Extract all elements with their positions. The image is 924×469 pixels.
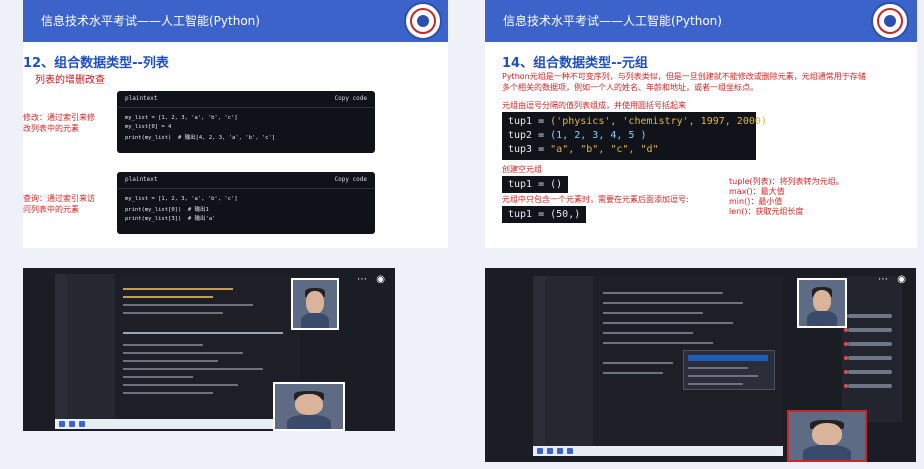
code-line: my_list = [1, 2, 3, 'a', 'b', 'c'] [125, 115, 238, 121]
slide-title: 14、组合数据类型--元组 [502, 56, 648, 71]
more-options-icon[interactable]: ⋯ [878, 274, 888, 285]
presenter-camera-large [787, 410, 867, 462]
copy-code-button[interactable]: Copy code [334, 95, 367, 102]
record-icon[interactable]: ◉ [376, 274, 385, 285]
presenter-camera [291, 278, 339, 330]
code-lang-label: plaintext [125, 95, 158, 102]
left-slide: 信息技术水平考试——人工智能(Python) 12、组合数据类型--列表 列表的… [23, 0, 448, 248]
code-block: plaintext Copy code my_list = [1, 2, 3, … [117, 91, 375, 153]
slide-header-bar: 信息技术水平考试——人工智能(Python) [23, 0, 448, 42]
tuple-line-2: tup2 = (1, 2, 3, 4, 5 ) [508, 130, 647, 141]
tuple-line-1: tup1 = ('physics', 'chemistry', 1997, 20… [508, 116, 767, 127]
slide-title: 12、组合数据类型--列表 [23, 56, 169, 71]
intro-text: Python元组是一种不可变序列，与列表类似，但是一旦创建就不能修改或删除元素，… [502, 72, 866, 92]
slide-header-title: 信息技术水平考试——人工智能(Python) [503, 14, 722, 28]
right-video-feed[interactable]: ⋯ ◉ [485, 268, 916, 462]
code-line: print(my_list[0]) # 输出1 [125, 207, 209, 213]
note-text: 创建空元组 [502, 165, 542, 174]
code-editor-window [55, 274, 300, 421]
record-icon[interactable]: ◉ [897, 274, 906, 285]
chat-panel[interactable] [842, 276, 902, 422]
right-slide: 信息技术水平考试——人工智能(Python) 14、组合数据类型--元组 Pyt… [485, 0, 917, 248]
empty-tuple-code: tup1 = () [502, 176, 569, 193]
note-text: 元组由逗号分隔的值列表组成，并使用圆括号括起来 [502, 101, 686, 110]
presenter-camera [797, 278, 847, 328]
tuple-functions-list: tuple(列表)：将列表转为元组。 max()：最大值 min()：最小值 l… [729, 177, 844, 216]
tuple-code-block: tup1 = ('physics', 'chemistry', 1997, 20… [502, 112, 767, 160]
code-editor-window [533, 276, 783, 450]
tuple-line-3: tup3 = "a", "b", "c", "d" [508, 144, 659, 155]
code-lang-label: plaintext [125, 176, 158, 183]
taskbar [533, 446, 783, 456]
presenter-camera-large [273, 382, 345, 431]
school-logo-icon [871, 2, 909, 40]
single-tuple-code: tup1 = (50,) [502, 206, 587, 223]
slide-subtitle: 列表的增删改查 [35, 75, 105, 86]
school-logo-icon [404, 2, 442, 40]
block-label: 修改：通过索引来修 改列表中的元素 [23, 113, 95, 133]
code-line: print(my_list) # 输出[4, 2, 3, 'a', 'b', '… [125, 135, 276, 141]
slide-header-title: 信息技术水平考试——人工智能(Python) [41, 14, 260, 28]
more-options-icon[interactable]: ⋯ [357, 274, 367, 285]
block-label: 查询：通过索引来访 问列表中的元素 [23, 194, 95, 214]
left-video-feed[interactable]: ⋯ ◉ [23, 268, 395, 431]
code-line: my_list[0] = 4 [125, 124, 172, 130]
code-line: print(my_list[3]) # 输出'a' [125, 216, 216, 222]
slide-header-bar: 信息技术水平考试——人工智能(Python) [485, 0, 917, 42]
code-block: plaintext Copy code my_list = [1, 2, 3, … [117, 172, 375, 234]
note-text: 元组中只包含一个元素时，需要在元素后面添加逗号: [502, 195, 689, 204]
copy-code-button[interactable]: Copy code [334, 176, 367, 183]
taskbar [55, 419, 300, 429]
code-line: my_list = [1, 2, 3, 'a', 'b', 'c'] [125, 196, 238, 202]
